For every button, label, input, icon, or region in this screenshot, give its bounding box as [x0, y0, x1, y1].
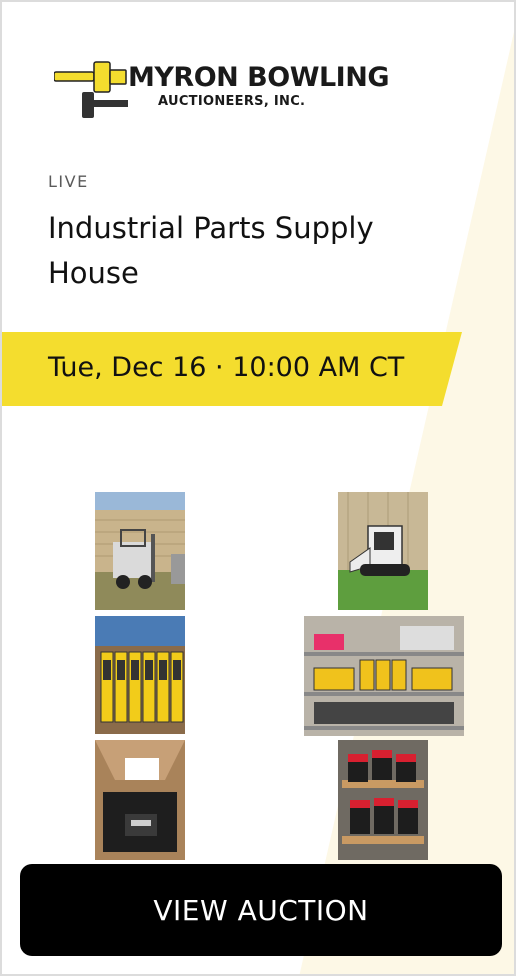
auction-title[interactable]: Industrial Parts Supply House	[48, 206, 468, 296]
photo-forklift[interactable]	[95, 492, 185, 610]
logo-line-2: AUCTIONEERS, INC.	[158, 94, 306, 109]
view-auction-button[interactable]: VIEW AUCTION	[20, 864, 502, 956]
photo-red-motors[interactable]	[338, 740, 428, 860]
auction-datetime: Tue, Dec 16 · 10:00 AM CT	[48, 352, 405, 383]
auction-card[interactable]: MYRON BOWLING AUCTIONEERS, INC. LIVE Ind…	[0, 0, 516, 976]
photo-yellow-drives[interactable]	[95, 616, 185, 734]
company-logo[interactable]: MYRON BOWLING AUCTIONEERS, INC.	[54, 60, 389, 122]
auction-status: LIVE	[48, 172, 89, 191]
photo-boxed-controller[interactable]	[95, 740, 185, 860]
gavel-icon	[54, 61, 128, 118]
background-wedge	[299, 31, 514, 974]
logo-line-1: MYRON BOWLING	[128, 62, 389, 93]
photo-skid-steer[interactable]	[338, 492, 428, 610]
photo-shelf-drives[interactable]	[304, 616, 464, 736]
